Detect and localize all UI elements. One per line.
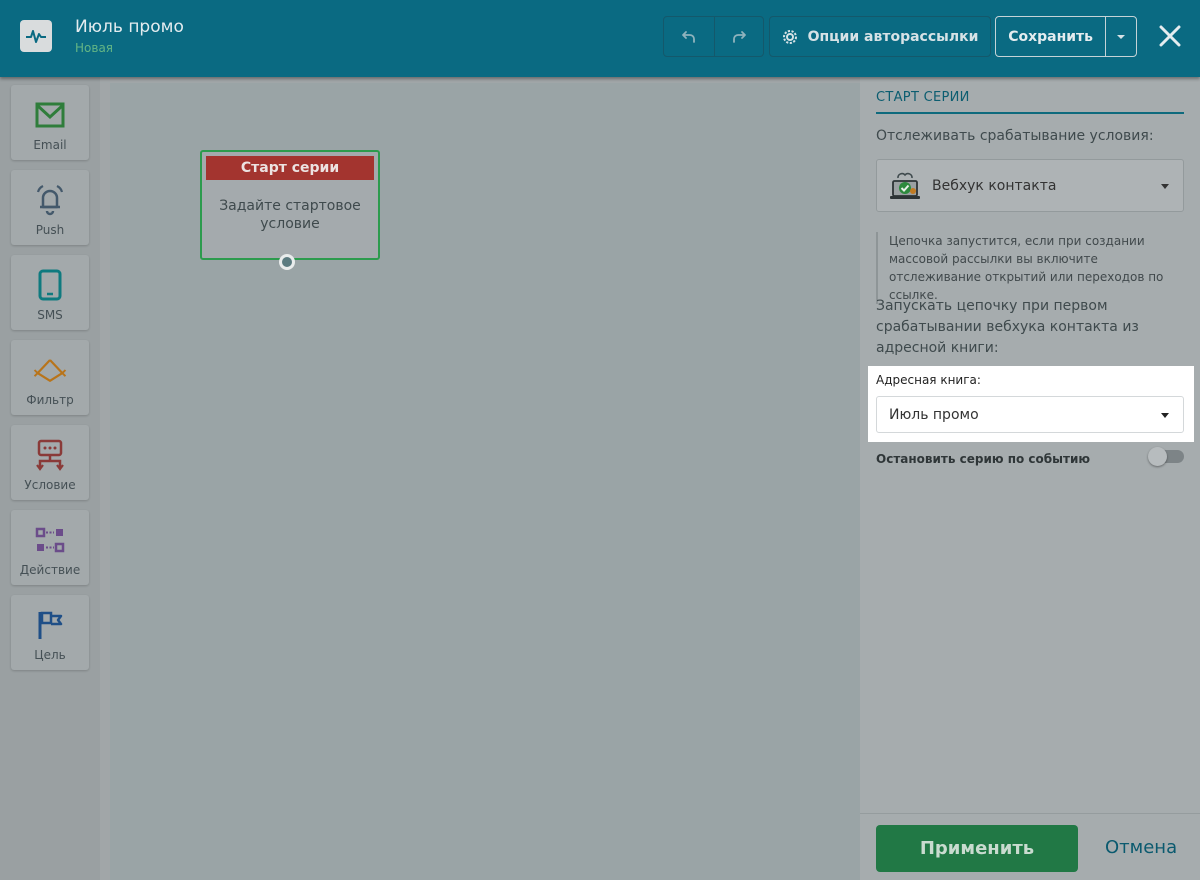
save-split-button: Сохранить bbox=[995, 16, 1137, 57]
stop-on-event-row: Остановить серию по событию bbox=[876, 447, 1184, 468]
caret-down-icon bbox=[1161, 183, 1169, 189]
phone-icon bbox=[33, 268, 67, 302]
tool-push[interactable]: Push bbox=[11, 170, 89, 245]
trigger-select-value: Вебхук контакта bbox=[932, 177, 1057, 194]
tool-label: Email bbox=[33, 138, 67, 152]
autosend-options-label: Опции авторассылки bbox=[807, 28, 979, 45]
tool-label: Действие bbox=[19, 563, 81, 577]
settings-panel: СТАРТ СЕРИИ Отслеживать срабатывание усл… bbox=[860, 77, 1200, 880]
cancel-button[interactable]: Отмена bbox=[1105, 837, 1177, 858]
node-output-port[interactable] bbox=[279, 254, 295, 270]
tool-goal[interactable]: Цель bbox=[11, 595, 89, 670]
autosend-options-inner[interactable]: Опции авторассылки bbox=[770, 17, 990, 56]
apply-button[interactable]: Применить bbox=[876, 825, 1078, 872]
action-icon bbox=[33, 523, 67, 557]
history-buttons bbox=[663, 16, 764, 57]
save-button[interactable]: Сохранить bbox=[996, 17, 1105, 56]
laptop-check-icon bbox=[890, 172, 920, 199]
flag-icon bbox=[33, 608, 67, 642]
tool-label: Фильтр bbox=[26, 393, 74, 407]
bell-icon bbox=[33, 183, 67, 217]
tool-label: Push bbox=[35, 223, 65, 237]
trigger-select[interactable]: Вебхук контакта bbox=[876, 159, 1184, 212]
info-note: Цепочка запустится, если при создании ма… bbox=[876, 232, 1184, 304]
addressbook-select[interactable]: Июль промо bbox=[876, 396, 1184, 433]
launch-description: Запускать цепочку при первом срабатывани… bbox=[876, 298, 1139, 356]
panel-title-divider bbox=[876, 112, 1184, 114]
redo-icon bbox=[732, 30, 746, 43]
start-node-hint: Задайте стартовое условие bbox=[219, 198, 361, 232]
track-condition-label: Отслеживать срабатывание условия: bbox=[876, 128, 1154, 144]
tool-sms[interactable]: SMS bbox=[11, 255, 89, 330]
addressbook-label: Адресная книга: bbox=[876, 373, 981, 387]
flow-canvas[interactable]: Старт серии Задайте стартовое условие bbox=[100, 77, 860, 880]
condition-icon bbox=[33, 438, 67, 472]
redo-button[interactable] bbox=[713, 17, 764, 56]
tool-label: SMS bbox=[37, 308, 63, 322]
tool-action[interactable]: Действие bbox=[11, 510, 89, 585]
tool-condition[interactable]: Условие bbox=[11, 425, 89, 500]
panel-title: СТАРТ СЕРИИ bbox=[876, 90, 970, 105]
gear-icon bbox=[782, 29, 797, 44]
panel-footer: Применить Отмена bbox=[860, 813, 1200, 880]
filter-icon bbox=[33, 353, 67, 387]
envelope-icon bbox=[33, 98, 67, 132]
close-button[interactable] bbox=[1156, 20, 1184, 52]
stop-on-event-toggle[interactable] bbox=[1148, 447, 1184, 466]
start-node[interactable]: Старт серии Задайте стартовое условие bbox=[200, 150, 380, 270]
tools-sidebar: Email Push SMS Фильтр Условие Действие Ц… bbox=[0, 77, 100, 880]
addressbook-select-value: Июль промо bbox=[889, 406, 979, 423]
tool-label: Условие bbox=[24, 478, 76, 492]
addressbook-field-group: Адресная книга: Июль промо bbox=[868, 366, 1194, 442]
close-icon bbox=[1159, 25, 1181, 47]
tool-email[interactable]: Email bbox=[11, 85, 89, 160]
top-header: Июль промо Новая Опции авторассылки Сохр… bbox=[0, 0, 1200, 77]
stop-on-event-label: Остановить серию по событию bbox=[876, 452, 1091, 466]
page-title: Июль промо bbox=[75, 17, 184, 37]
start-node-title: Старт серии bbox=[206, 156, 374, 180]
undo-button[interactable] bbox=[664, 17, 714, 56]
caret-down-icon bbox=[1117, 34, 1126, 39]
autosend-options-button[interactable]: Опции авторассылки bbox=[769, 16, 991, 57]
caret-down-icon bbox=[1161, 412, 1169, 418]
status-label: Новая bbox=[75, 41, 114, 55]
tool-filter[interactable]: Фильтр bbox=[11, 340, 89, 415]
tool-label: Цель bbox=[34, 648, 66, 662]
toggle-knob bbox=[1148, 447, 1167, 466]
pulse-icon bbox=[20, 20, 52, 52]
save-menu-button[interactable] bbox=[1105, 17, 1136, 56]
undo-icon bbox=[681, 30, 695, 43]
